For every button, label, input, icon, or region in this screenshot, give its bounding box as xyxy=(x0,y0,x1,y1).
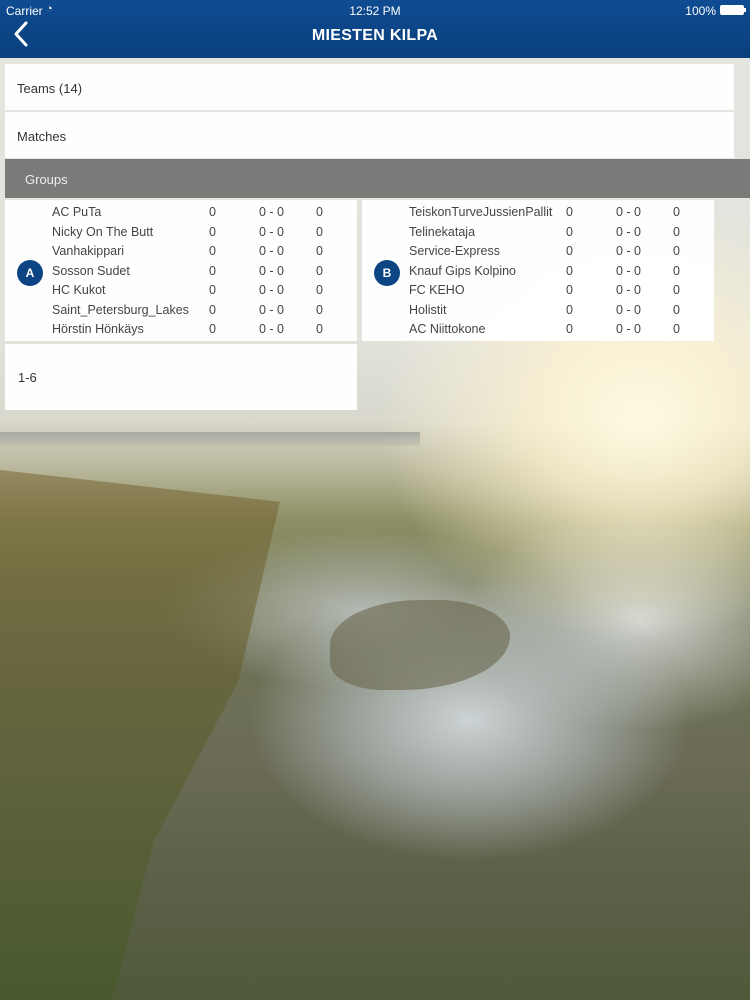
groups-label: Groups xyxy=(25,172,68,187)
table-row: Saint_Petersburg_Lakes 0 0 - 0 0 xyxy=(5,303,357,323)
team-name: Telinekataja xyxy=(409,224,476,239)
team-name: Hörstin Hönkäys xyxy=(52,322,144,336)
table-row: TeiskonTurveJussienPallit 0 0 - 0 0 xyxy=(362,205,714,225)
team-name: Knauf Gips Kolpino xyxy=(409,263,517,278)
team-played: 0 xyxy=(566,263,573,278)
team-score: 0 - 0 xyxy=(616,244,642,258)
team-points: 0 xyxy=(673,283,680,297)
team-played: 0 xyxy=(209,224,216,239)
team-name: FC KEHO xyxy=(409,283,465,297)
team-name: Service-Express xyxy=(409,244,500,258)
teams-label: Teams (14) xyxy=(17,81,83,96)
team-points: 0 xyxy=(316,224,323,239)
table-row: AC PuTa 0 0 - 0 0 xyxy=(5,205,357,225)
team-points: 0 xyxy=(673,244,680,258)
team-played: 0 xyxy=(566,283,573,297)
team-score: 0 - 0 xyxy=(259,283,285,297)
team-played: 0 xyxy=(566,224,573,239)
team-name: TeiskonTurveJussienPallit xyxy=(409,205,553,219)
table-row: Sosson Sudet 0 0 - 0 0 xyxy=(5,264,357,284)
team-played: 0 xyxy=(209,283,216,297)
table-row: Knauf Gips Kolpino 0 0 - 0 0 xyxy=(362,264,714,284)
team-name: AC PuTa xyxy=(52,205,102,219)
team-name: Holistit xyxy=(409,302,447,317)
table-row: AC Niittokone 0 0 - 0 0 xyxy=(362,322,714,342)
status-time: 12:52 PM xyxy=(349,4,401,18)
battery-percent: 100% xyxy=(685,4,716,18)
table-row: Holistit 0 0 - 0 0 xyxy=(362,303,714,323)
team-score: 0 - 0 xyxy=(616,322,642,336)
team-score: 0 - 0 xyxy=(616,205,642,219)
team-name: Sosson Sudet xyxy=(52,263,130,278)
background-fence xyxy=(0,432,420,446)
team-name: Nicky On The Butt xyxy=(52,224,154,239)
range-selector[interactable]: 1-6 xyxy=(5,344,357,410)
table-row: Vanhakippari 0 0 - 0 0 xyxy=(5,244,357,264)
matches-label: Matches xyxy=(17,129,67,144)
team-name: HC Kukot xyxy=(52,283,106,297)
matches-row[interactable]: Matches xyxy=(5,112,734,158)
team-points: 0 xyxy=(673,302,680,317)
teams-row[interactable]: Teams (14) xyxy=(5,64,734,110)
groups-header[interactable]: Groups xyxy=(5,159,750,198)
team-played: 0 xyxy=(566,205,573,219)
team-score: 0 - 0 xyxy=(259,322,285,336)
team-played: 0 xyxy=(209,322,216,336)
team-score: 0 - 0 xyxy=(259,302,285,317)
table-row: Service-Express 0 0 - 0 0 xyxy=(362,244,714,264)
team-score: 0 - 0 xyxy=(259,244,285,258)
group-table-a[interactable]: A AC PuTa 0 0 - 0 0 Nicky On The Butt 0 … xyxy=(5,200,357,341)
navigation-bar: Carrier ◔ 12:52 PM 100% MIESTEN KILPA xyxy=(0,0,750,58)
team-played: 0 xyxy=(209,263,216,278)
team-played: 0 xyxy=(566,322,573,336)
team-score: 0 - 0 xyxy=(616,302,642,317)
team-points: 0 xyxy=(316,205,323,219)
team-played: 0 xyxy=(209,244,216,258)
table-row: Hörstin Hönkäys 0 0 - 0 0 xyxy=(5,322,357,342)
table-row: HC Kukot 0 0 - 0 0 xyxy=(5,283,357,303)
team-score: 0 - 0 xyxy=(259,205,285,219)
team-played: 0 xyxy=(209,302,216,317)
team-score: 0 - 0 xyxy=(616,224,642,239)
status-bar: Carrier ◔ 12:52 PM 100% xyxy=(0,0,750,20)
team-name: Vanhakippari xyxy=(52,244,125,258)
team-score: 0 - 0 xyxy=(616,263,642,278)
team-points: 0 xyxy=(673,205,680,219)
team-name: Saint_Petersburg_Lakes xyxy=(52,302,189,317)
battery-icon xyxy=(720,5,746,15)
team-played: 0 xyxy=(209,205,216,219)
group-table-b[interactable]: B TeiskonTurveJussienPallit 0 0 - 0 0 Te… xyxy=(362,200,714,341)
page-title: MIESTEN KILPA xyxy=(311,27,439,44)
team-points: 0 xyxy=(316,283,323,297)
team-points: 0 xyxy=(673,224,680,239)
table-row: Telinekataja 0 0 - 0 0 xyxy=(362,225,714,245)
team-points: 0 xyxy=(673,263,680,278)
table-row: Nicky On The Butt 0 0 - 0 0 xyxy=(5,225,357,245)
team-score: 0 - 0 xyxy=(259,263,285,278)
team-points: 0 xyxy=(316,263,323,278)
range-label: 1-6 xyxy=(18,370,37,385)
team-played: 0 xyxy=(566,302,573,317)
team-played: 0 xyxy=(566,244,573,258)
team-points: 0 xyxy=(316,322,323,336)
team-name: AC Niittokone xyxy=(409,322,486,336)
team-score: 0 - 0 xyxy=(616,283,642,297)
team-points: 0 xyxy=(316,302,323,317)
table-row: FC KEHO 0 0 - 0 0 xyxy=(362,283,714,303)
team-score: 0 - 0 xyxy=(259,224,285,239)
team-points: 0 xyxy=(316,244,323,258)
team-points: 0 xyxy=(673,322,680,336)
